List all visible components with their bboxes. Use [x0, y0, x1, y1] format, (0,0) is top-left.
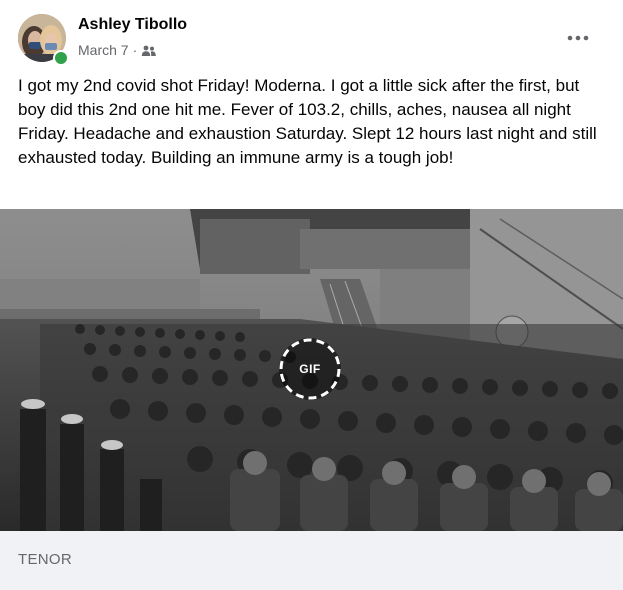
- more-options-button[interactable]: [560, 24, 596, 52]
- meta-separator: ·: [132, 42, 138, 58]
- post-date[interactable]: March 7: [78, 42, 129, 58]
- gif-attachment[interactable]: GIF: [0, 209, 623, 531]
- gif-play-button[interactable]: GIF: [279, 338, 341, 400]
- post-text: I got my 2nd covid shot Friday! Moderna.…: [18, 76, 597, 167]
- online-status-indicator: [53, 50, 69, 66]
- gif-source-label: TENOR: [18, 551, 72, 568]
- more-options-icon: [567, 35, 589, 41]
- friends-icon[interactable]: [141, 44, 157, 56]
- post-card: Ashley Tibollo March 7 · I got my 2nd co…: [0, 0, 623, 590]
- gif-source-bar[interactable]: TENOR: [0, 531, 623, 590]
- post-meta: March 7 ·: [78, 42, 157, 58]
- post-header: Ashley Tibollo March 7 ·: [0, 0, 623, 70]
- gif-badge-label: GIF: [299, 362, 321, 376]
- author-name[interactable]: Ashley Tibollo: [78, 16, 187, 34]
